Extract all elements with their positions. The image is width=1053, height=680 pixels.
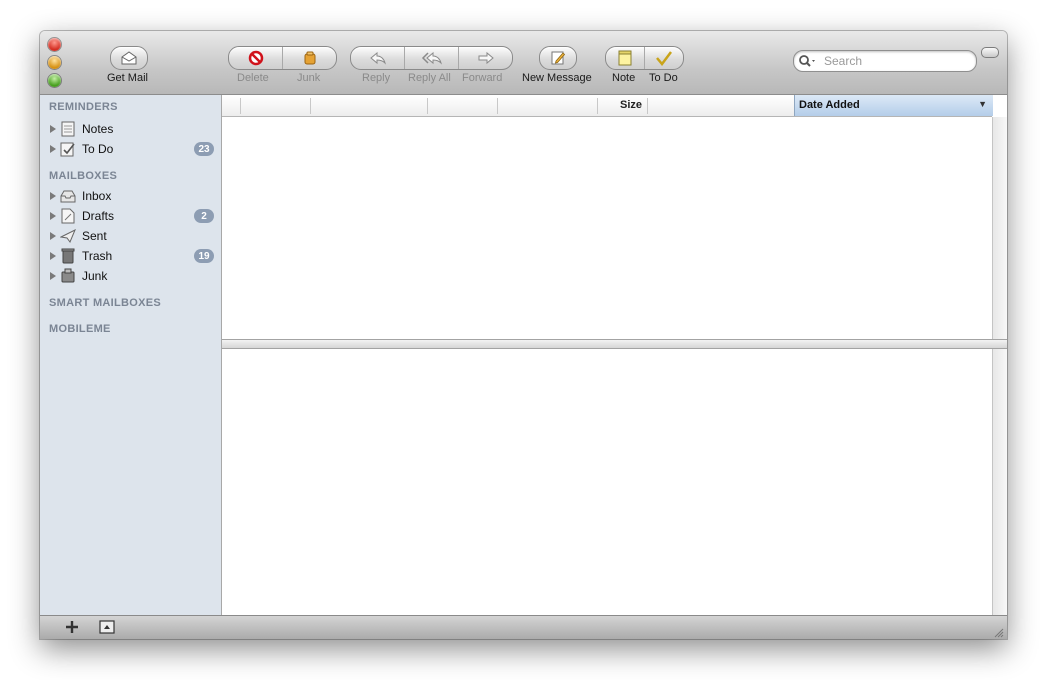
sidebar-item-label: Sent	[82, 229, 107, 243]
toolbar-toggle-button[interactable]	[981, 47, 999, 58]
sort-descending-icon: ▼	[978, 99, 987, 109]
sidebar-item-label: Drafts	[82, 209, 115, 223]
note-todo-group	[605, 46, 684, 70]
sidebar-item-label: To Do	[82, 142, 114, 156]
notes-icon	[60, 121, 76, 137]
disclosure-triangle-icon[interactable]	[50, 125, 56, 133]
junk-bag-icon	[304, 51, 315, 65]
minimize-window-button[interactable]	[48, 56, 61, 69]
delete-junk-group	[228, 46, 337, 70]
sidebar-item-drafts[interactable]: Drafts 2	[50, 207, 218, 225]
forward-arrow-icon	[478, 51, 494, 65]
sidebar-item-todo[interactable]: To Do 23	[50, 140, 218, 158]
activity-viewer-icon	[99, 620, 115, 634]
mailbox-sidebar: REMINDERS Notes To Do 23 MAILBOXES Inbox	[40, 95, 222, 615]
mail-window: Get Mail Delete Junk Reply Reply All For…	[40, 31, 1007, 639]
pane-splitter[interactable]	[222, 339, 1007, 349]
close-window-button[interactable]	[48, 38, 61, 51]
inbox-tray-icon	[60, 188, 76, 204]
add-mailbox-button[interactable]	[65, 619, 79, 637]
reply-group	[350, 46, 513, 70]
sidebar-item-notes[interactable]: Notes	[50, 120, 218, 138]
disclosure-triangle-icon[interactable]	[50, 145, 56, 153]
junk-button[interactable]	[283, 47, 336, 69]
sidebar-item-junk[interactable]: Junk	[50, 267, 218, 285]
reply-arrow-icon	[369, 51, 386, 65]
search-icon	[799, 55, 815, 67]
plus-icon	[66, 621, 78, 633]
todo-list-icon	[60, 141, 76, 157]
sidebar-item-label: Inbox	[82, 189, 112, 203]
unread-count-badge: 2	[194, 209, 214, 223]
column-header-date-added[interactable]: Date Added ▼	[794, 95, 993, 116]
note-button[interactable]	[606, 47, 645, 69]
forward-label: Forward	[462, 72, 503, 84]
column-header-row: Size Date Added ▼	[222, 95, 993, 117]
disclosure-triangle-icon[interactable]	[50, 252, 56, 260]
sidebar-item-sent[interactable]: Sent	[50, 227, 218, 245]
sidebar-item-label: Trash	[82, 249, 113, 263]
sidebar-item-label: Notes	[82, 122, 114, 136]
compose-icon	[551, 51, 566, 65]
no-entry-icon	[248, 50, 263, 66]
todo-label: To Do	[649, 72, 678, 84]
sidebar-item-inbox[interactable]: Inbox	[50, 187, 218, 205]
reply-label: Reply	[362, 72, 391, 84]
reply-button[interactable]	[351, 47, 405, 69]
delete-label: Delete	[237, 72, 269, 84]
column-header-label: Date Added	[799, 99, 860, 111]
mobileme-header[interactable]: MOBILEME	[49, 323, 111, 335]
envelope-icon	[121, 51, 137, 65]
mailboxes-header[interactable]: MAILBOXES	[49, 170, 117, 182]
checkmark-icon	[656, 51, 672, 66]
message-list[interactable]: Size Date Added ▼	[222, 95, 1007, 339]
show-activity-button[interactable]	[99, 619, 115, 637]
reply-all-label: Reply All	[408, 72, 451, 84]
toolbar: Get Mail Delete Junk Reply Reply All For…	[40, 31, 1007, 95]
search-field[interactable]: Search	[793, 50, 977, 72]
get-mail-button[interactable]	[110, 46, 148, 70]
delete-button[interactable]	[229, 47, 283, 69]
paper-plane-icon	[60, 228, 76, 244]
junk-label: Junk	[297, 72, 321, 84]
message-preview[interactable]	[222, 349, 1007, 615]
smart-mailboxes-header[interactable]: SMART MAILBOXES	[49, 297, 161, 309]
disclosure-triangle-icon[interactable]	[50, 212, 56, 220]
unread-count-badge: 23	[194, 142, 214, 156]
column-header-size[interactable]: Size	[620, 99, 642, 111]
note-label: Note	[612, 72, 636, 84]
disclosure-triangle-icon[interactable]	[50, 232, 56, 240]
sidebar-item-label: Junk	[82, 269, 108, 283]
note-icon	[618, 50, 632, 66]
sidebar-item-trash[interactable]: Trash 19	[50, 247, 218, 265]
get-mail-label: Get Mail	[107, 72, 148, 84]
zoom-window-button[interactable]	[48, 74, 61, 87]
drafts-icon	[60, 208, 76, 224]
bottom-action-bar	[40, 615, 1007, 639]
reply-all-button[interactable]	[405, 47, 459, 69]
preview-scrollbar[interactable]	[992, 349, 1007, 615]
reminders-header[interactable]: REMINDERS	[49, 101, 118, 113]
unread-count-badge: 19	[194, 249, 214, 263]
junk-mailbox-icon	[60, 268, 76, 284]
search-placeholder: Search	[824, 54, 863, 68]
resize-grip-icon[interactable]	[992, 626, 1004, 638]
forward-button[interactable]	[459, 47, 512, 69]
new-message-button[interactable]	[539, 46, 577, 70]
reply-all-arrow-icon	[421, 51, 442, 65]
todo-button[interactable]	[645, 47, 683, 69]
message-list-scrollbar[interactable]	[992, 117, 1007, 339]
disclosure-triangle-icon[interactable]	[50, 192, 56, 200]
trash-can-icon	[60, 248, 76, 264]
disclosure-triangle-icon[interactable]	[50, 272, 56, 280]
new-message-label: New Message	[522, 72, 592, 84]
